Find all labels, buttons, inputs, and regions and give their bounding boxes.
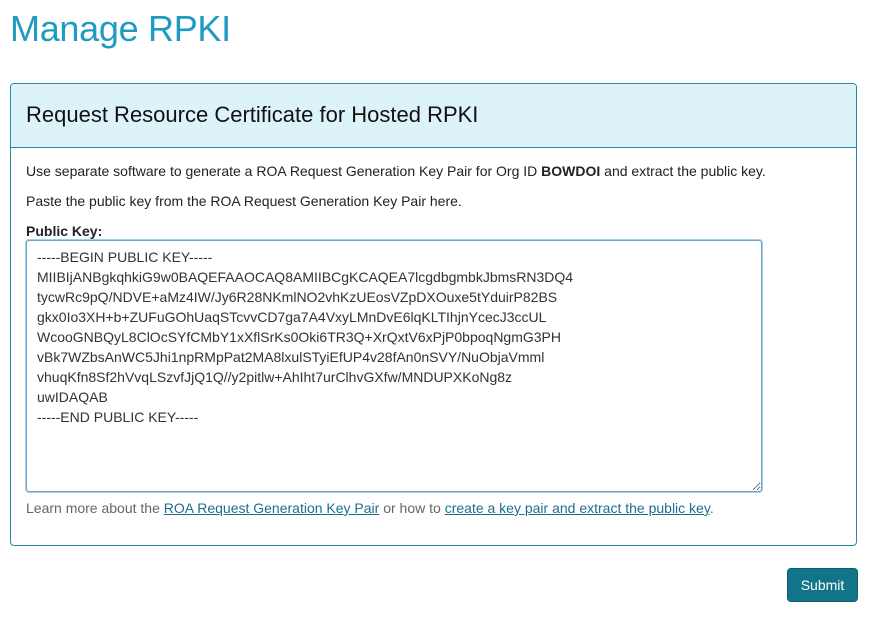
public-key-label: Public Key: [26,223,103,239]
help-suffix: . [709,500,714,516]
submit-button[interactable]: Submit [787,568,858,602]
help-middle: or how to [379,500,445,516]
panel-body: Use separate software to generate a ROA … [11,148,856,516]
instruction-prefix: Use separate software to generate a ROA … [26,163,542,179]
panel-title: Request Resource Certificate for Hosted … [26,102,479,127]
public-key-textarea[interactable]: -----BEGIN PUBLIC KEY----- MIIBIjANBgkqh… [26,240,762,492]
roa-key-pair-link[interactable]: ROA Request Generation Key Pair [164,500,380,516]
page-title: Manage RPKI [10,8,231,49]
instruction-text: Use separate software to generate a ROA … [26,162,841,180]
request-certificate-panel: Request Resource Certificate for Hosted … [10,83,857,546]
help-prefix: Learn more about the [26,500,164,516]
org-id: BOWDOI [541,163,601,179]
create-key-pair-link[interactable]: create a key pair and extract the public… [445,500,710,516]
instruction-suffix: and extract the public key. [600,163,766,179]
help-text: Learn more about the ROA Request Generat… [26,500,841,516]
panel-header: Request Resource Certificate for Hosted … [11,84,856,148]
paste-instruction: Paste the public key from the ROA Reques… [26,193,462,209]
